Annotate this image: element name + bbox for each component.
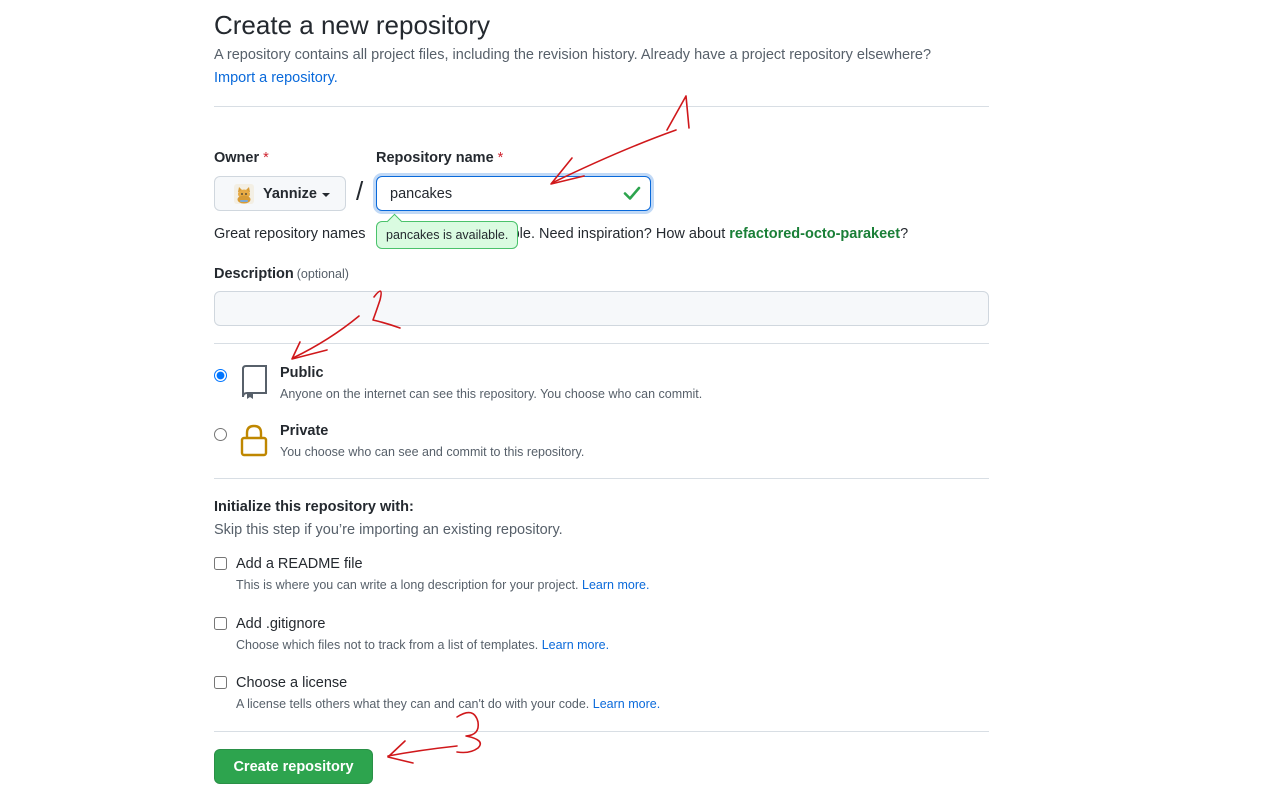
hint-suffix: ? [900, 226, 909, 242]
gitignore-subtitle: Choose which files not to track from a l… [236, 638, 609, 652]
license-learn-more-link[interactable]: Learn more. [593, 697, 660, 711]
optional-mark: (optional) [296, 267, 349, 281]
public-title: Public [280, 365, 324, 381]
gitignore-subtitle-text: Choose which files not to track from a l… [236, 638, 539, 652]
create-repository-button[interactable]: Create repository [214, 749, 373, 784]
suggested-name-link[interactable]: refactored-octo-parakeet [729, 226, 900, 242]
divider [214, 731, 989, 732]
owner-select-button[interactable]: Yannize [214, 176, 346, 211]
owner-label: Owner * [214, 150, 269, 166]
hint-prefix: Great repository names [214, 226, 366, 242]
repository-name-hint: Great repository names able. Need inspir… [214, 226, 908, 242]
gitignore-checkbox[interactable] [214, 617, 227, 630]
repo-icon [242, 365, 267, 399]
annotation-arrow-3 [387, 745, 458, 757]
gitignore-title: Add .gitignore [236, 616, 326, 632]
gitignore-learn-more-link[interactable]: Learn more. [542, 638, 609, 652]
divider [214, 343, 989, 344]
availability-tooltip: pancakes is available. [376, 221, 519, 249]
readme-title: Add a README file [236, 556, 363, 572]
required-mark: * [497, 150, 504, 166]
readme-subtitle: This is where you can write a long descr… [236, 578, 649, 592]
owner-repo-separator: / [356, 176, 364, 206]
initialize-subtitle: Skip this step if you’re importing an ex… [214, 522, 563, 538]
readme-subtitle-text: This is where you can write a long descr… [236, 578, 579, 592]
intro-text: A repository contains all project files,… [214, 47, 932, 63]
required-mark: * [263, 150, 269, 166]
license-checkbox[interactable] [214, 676, 227, 689]
check-icon [623, 186, 641, 200]
lock-icon [240, 424, 268, 457]
annotation-number-1 [666, 95, 690, 131]
import-repository-link[interactable]: Import a repository. [214, 70, 338, 86]
repo-name-label-text: Repository name [376, 150, 494, 166]
annotation-arrowhead-3 [387, 740, 414, 764]
readme-learn-more-link[interactable]: Learn more. [582, 578, 649, 592]
divider [214, 106, 989, 107]
repository-name-input[interactable] [376, 176, 651, 211]
license-title: Choose a license [236, 675, 348, 691]
license-subtitle: A license tells others what they can and… [236, 697, 660, 711]
divider [214, 478, 989, 479]
private-subtitle: You choose who can see and commit to thi… [280, 445, 585, 459]
annotation-overlay [291, 95, 690, 764]
repo-name-label: Repository name * [376, 150, 503, 166]
public-radio[interactable] [214, 369, 227, 382]
public-subtitle: Anyone on the internet can see this repo… [280, 387, 703, 401]
initialize-title: Initialize this repository with: [214, 499, 414, 515]
annotation-arrowhead-2 [291, 341, 328, 360]
annotation-number-3 [456, 711, 482, 754]
page-title: Create a new repository [214, 10, 491, 40]
chevron-down-icon [322, 192, 330, 197]
hint-middle: able. Need inspiration? How about [503, 226, 726, 242]
owner-label-text: Owner [214, 150, 260, 166]
readme-checkbox[interactable] [214, 557, 227, 570]
page-intro: A repository contains all project files,… [214, 44, 994, 90]
private-title: Private [280, 423, 329, 439]
license-subtitle-text: A license tells others what they can and… [236, 697, 590, 711]
owner-value: Yannize [263, 185, 317, 202]
private-radio[interactable] [214, 428, 227, 441]
cat-avatar-icon [234, 183, 254, 204]
description-label: Description (optional) [214, 266, 349, 282]
description-input[interactable] [214, 291, 989, 326]
description-label-text: Description [214, 266, 294, 282]
